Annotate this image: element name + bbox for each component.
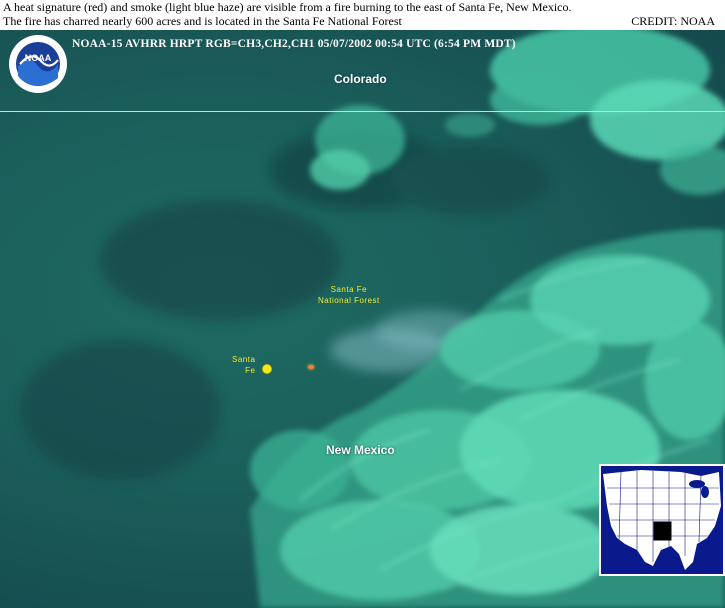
new-mexico-label: New Mexico xyxy=(326,443,395,457)
caption-line-2: The fire has charred nearly 600 acres an… xyxy=(3,13,402,28)
fire-heat-signature xyxy=(308,365,314,369)
colorado-label: Colorado xyxy=(334,72,387,86)
noaa-logo-text: NOAA xyxy=(25,53,52,63)
image-header: NOAA-15 AVHRR HRPT RGB=CH3,CH2,CH1 05/07… xyxy=(72,38,516,50)
national-forest-label: Santa Fe National Forest xyxy=(318,284,380,306)
santa-fe-label: Santa Fe xyxy=(232,354,255,376)
noaa-logo-icon: NOAA xyxy=(8,34,68,94)
colorado-new-mexico-border xyxy=(0,111,725,112)
locator-map xyxy=(599,464,725,576)
caption-line-1: A heat signature (red) and smoke (light … xyxy=(3,0,572,14)
credit-label: CREDIT: NOAA xyxy=(631,14,715,28)
national-forest-label-line-2: National Forest xyxy=(318,296,380,305)
santa-fe-label-line-2: Fe xyxy=(245,366,256,375)
national-forest-label-line-1: Santa Fe xyxy=(330,285,368,294)
santa-fe-marker xyxy=(262,364,272,374)
caption: A heat signature (red) and smoke (light … xyxy=(3,0,572,28)
locator-highlight xyxy=(653,521,672,541)
santa-fe-label-line-1: Santa xyxy=(232,355,256,364)
locator-map-svg xyxy=(603,470,721,570)
